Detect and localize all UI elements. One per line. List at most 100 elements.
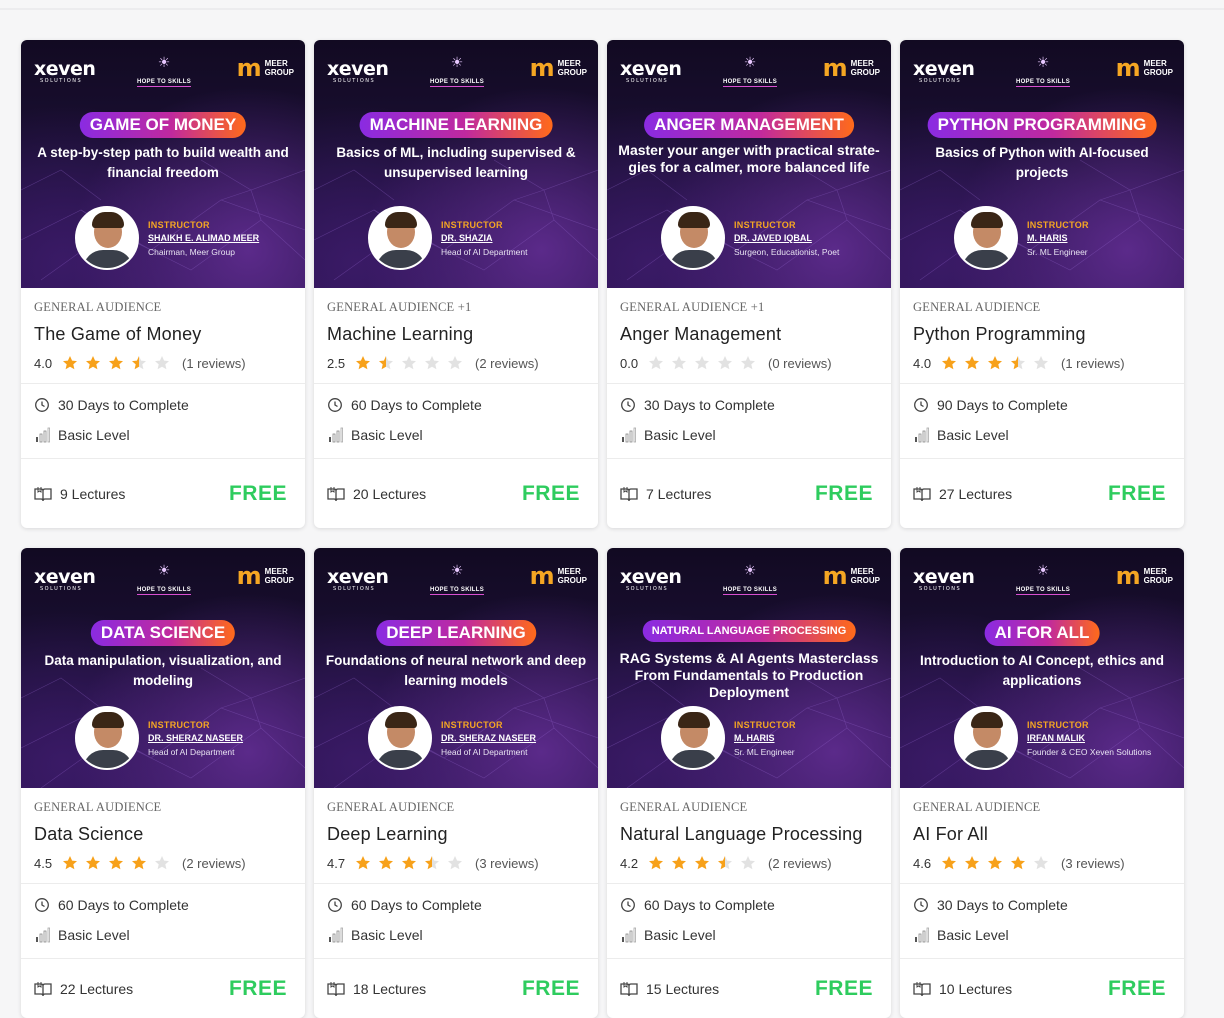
banner-title-pill: MACHINE LEARNING [359,112,553,138]
banner-title-pill: PYTHON PROGRAMMING [927,112,1157,138]
lectures-info: 10 Lectures [913,981,1012,997]
star-icon [131,855,147,871]
course-title[interactable]: Data Science [34,824,292,845]
meer-m-icon: m [236,54,262,82]
instructor-label: INSTRUCTOR [734,219,796,230]
book-icon [913,981,931,996]
rating-row: 4.0 (1 reviews) [34,355,292,371]
course-card[interactable]: xeven SOLUTIONS ☀ HOPE TO SKILLS m MEER GROU… [900,548,1184,1018]
star-icon [355,355,371,371]
course-banner[interactable]: xeven SOLUTIONS ☀ HOPE TO SKILLS m MEER GROU… [607,548,891,788]
course-banner[interactable]: xeven SOLUTIONS ☀ HOPE TO SKILLS m MEER GROU… [314,40,598,288]
top-divider [0,8,1224,10]
signal-bars-icon [36,427,50,443]
lectures-text: 9 Lectures [60,485,126,502]
meer-group-logo: m MEER GROUP [236,562,294,590]
instructor-avatar [954,206,1018,270]
bulb-icon: ☀ [450,562,464,578]
star-rating [941,355,1049,371]
instructor-name: DR. JAVED IQBAL [734,232,812,243]
banner-title-pill: DEEP LEARNING [376,620,536,646]
meer-m-icon: m [236,562,262,590]
star-icon [671,855,687,871]
rating-row: 4.6 (3 reviews) [913,855,1171,871]
star-icon [424,855,440,871]
course-title[interactable]: The Game of Money [34,324,292,345]
instructor-name: M. HARIS [734,732,775,743]
course-card[interactable]: xeven SOLUTIONS ☀ HOPE TO SKILLS m MEER GROU… [314,548,598,1018]
star-icon [1033,355,1049,371]
banner-title-pill: AI FOR ALL [984,620,1100,646]
duration-row: 60 Days to Complete [34,897,292,913]
price-label: FREE [814,481,873,505]
meer-m-icon: m [822,562,848,590]
course-title[interactable]: Deep Learning [327,824,585,845]
clock-icon [328,398,342,412]
xeven-logo: xeven SOLUTIONS [913,566,975,592]
book-icon [34,981,52,996]
instructor-name: DR. SHAZIA [441,232,493,243]
star-rating [648,855,756,871]
duration-text: 30 Days to Complete [644,397,775,413]
course-title[interactable]: Natural Language Processing [620,824,878,845]
course-card[interactable]: xeven SOLUTIONS ☀ HOPE TO SKILLS m MEER GROU… [314,40,598,528]
lectures-text: 20 Lectures [353,485,427,502]
course-card[interactable]: xeven SOLUTIONS ☀ HOPE TO SKILLS m MEER GROU… [21,40,305,528]
star-icon [355,855,371,871]
star-icon [447,355,463,371]
bulb-icon: ☀ [743,54,757,70]
rating-row: 4.0 (1 reviews) [913,355,1171,371]
xeven-logo: xeven SOLUTIONS [620,58,682,84]
book-icon [327,981,345,996]
instructor-avatar [661,206,725,270]
lectures-info: 9 Lectures [34,486,125,502]
instructor-label: INSTRUCTOR [441,219,503,230]
meer-m-icon: m [1115,562,1141,590]
banner-title-pill: GAME OF MONEY [79,112,247,138]
lectures-info: 7 Lectures [620,486,711,502]
xeven-logo: xeven SOLUTIONS [620,566,682,592]
course-card[interactable]: xeven SOLUTIONS ☀ HOPE TO SKILLS m MEER GROU… [607,548,891,1018]
instructor-role: Head of AI Department [441,746,528,757]
course-banner[interactable]: xeven SOLUTIONS ☀ HOPE TO SKILLS m MEER GROU… [21,40,305,288]
instructor-name: DR. SHERAZ NASEER [441,732,537,743]
instructor-avatar [368,706,432,770]
signal-bars-icon [622,927,636,943]
course-banner[interactable]: xeven SOLUTIONS ☀ HOPE TO SKILLS m MEER GROU… [607,40,891,288]
course-card[interactable]: xeven SOLUTIONS ☀ HOPE TO SKILLS m MEER GROU… [607,40,891,528]
duration-text: 60 Days to Complete [351,397,482,413]
lectures-text: 22 Lectures [60,980,134,997]
level-row: Basic Level [34,427,292,443]
instructor-block: INSTRUCTOR DR. SHAZIA Head of AI Departm… [368,206,527,270]
meer-group-logo: m MEER GROUP [529,54,587,82]
duration-row: 30 Days to Complete [913,897,1171,913]
course-title[interactable]: Machine Learning [327,324,585,345]
banner-subtitle: RAG Systems & AI Agents Masterclass From… [619,650,879,700]
course-banner[interactable]: xeven SOLUTIONS ☀ HOPE TO SKILLS m MEER GROU… [21,548,305,788]
star-icon [694,355,710,371]
review-count: (0 reviews) [768,355,832,371]
course-title[interactable]: Python Programming [913,324,1171,345]
bulb-icon: ☀ [1036,562,1050,578]
course-title[interactable]: Anger Management [620,324,878,345]
course-card[interactable]: xeven SOLUTIONS ☀ HOPE TO SKILLS m MEER GROU… [900,40,1184,528]
instructor-label: INSTRUCTOR [148,719,210,730]
star-icon [154,855,170,871]
instructor-block: INSTRUCTOR M. HARIS Sr. ML Engineer [661,706,796,770]
instructor-role: Founder & CEO Xeven Solutions [1027,746,1152,757]
rating-value: 4.0 [34,355,53,371]
star-icon [447,855,463,871]
course-card[interactable]: xeven SOLUTIONS ☀ HOPE TO SKILLS m MEER GROU… [21,548,305,1018]
course-title[interactable]: AI For All [913,824,1171,845]
lectures-text: 27 Lectures [939,485,1013,502]
book-icon [620,486,638,501]
review-count: (1 reviews) [1061,355,1125,371]
signal-bars-icon [36,927,50,943]
course-banner[interactable]: xeven SOLUTIONS ☀ HOPE TO SKILLS m MEER GROU… [314,548,598,788]
instructor-block: INSTRUCTOR M. HARIS Sr. ML Engineer [954,206,1089,270]
course-banner[interactable]: xeven SOLUTIONS ☀ HOPE TO SKILLS m MEER GROU… [900,40,1184,288]
star-icon [987,355,1003,371]
signal-bars-icon [915,427,929,443]
course-banner[interactable]: xeven SOLUTIONS ☀ HOPE TO SKILLS m MEER GROU… [900,548,1184,788]
hope-to-skills-logo: ☀ HOPE TO SKILLS [722,562,778,595]
